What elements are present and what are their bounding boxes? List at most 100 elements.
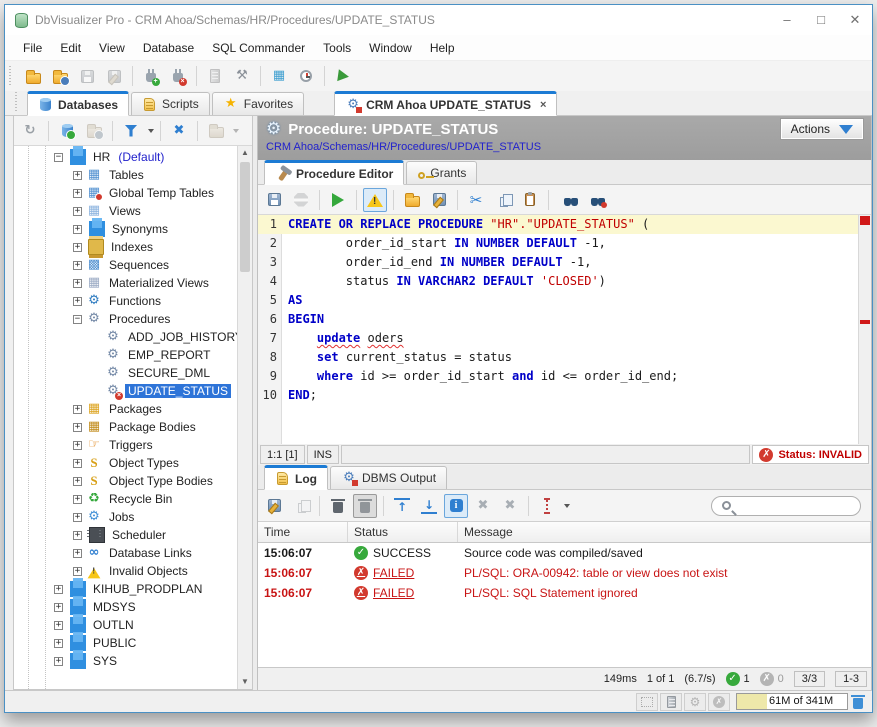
refresh-tree-button[interactable]: ↻ [18,119,42,143]
expand-rows-button[interactable]: ✖ [471,494,495,518]
tree-expander-icon[interactable]: + [54,657,63,666]
tree-item-label[interactable]: Indexes [108,240,156,254]
menu-view[interactable]: View [91,37,133,59]
tree-expander-icon[interactable]: + [73,459,82,468]
tree-item-label[interactable]: HR [90,150,113,164]
tree-item-kihub-prodplan[interactable]: +KIHUB_PRODPLAN [14,580,237,598]
code-line-5[interactable]: 5AS [258,291,858,310]
tree-item-object-type-bodies[interactable]: +SObject Type Bodies [14,472,237,490]
search-input[interactable] [737,500,852,512]
copy-button[interactable] [491,188,515,212]
tree-item-jobs[interactable]: +⚙Jobs [14,508,237,526]
server-info-button[interactable] [203,64,227,88]
col-message[interactable]: Message [458,522,871,542]
filter-dropdown-caret[interactable] [148,129,154,133]
menu-edit[interactable]: Edit [52,37,89,59]
tree-expander-icon[interactable]: + [54,621,63,630]
tab-procedure-editor[interactable]: Procedure Editor [264,160,404,185]
col-time[interactable]: Time [258,522,348,542]
tree-item-label[interactable]: Sequences [106,258,172,272]
tree-item-sequences[interactable]: +▩Sequences [14,256,237,274]
tree-item-label[interactable]: Procedures [106,312,173,326]
code-line-10[interactable]: 10END; [258,386,858,405]
connect-button[interactable] [139,64,163,88]
tree-expander-icon[interactable]: − [73,315,82,324]
tree-item-materialized-views[interactable]: +▦Materialized Views [14,274,237,292]
edit-log-button[interactable] [262,494,286,518]
menu-file[interactable]: File [15,37,50,59]
tree-expander-icon[interactable]: + [73,477,82,486]
save-as-button[interactable] [102,64,126,88]
tree-item-outln[interactable]: +OUTLN [14,616,237,634]
tab-dbms-output[interactable]: ⚙ DBMS Output [330,466,447,489]
locate-object-button[interactable] [204,119,228,143]
menu-window[interactable]: Window [361,37,420,59]
tree-item-label[interactable]: Invalid Objects [106,564,191,578]
tree-expander-icon[interactable]: − [54,153,63,162]
tree-expander-icon[interactable]: + [73,243,82,252]
code-line-9[interactable]: 9 where id >= order_id_start and id <= o… [258,367,858,386]
tree-item-triggers[interactable]: +☞Triggers [14,436,237,454]
tab-close-icon[interactable]: × [540,99,546,111]
create-folder-button[interactable] [82,119,106,143]
create-connection-button[interactable] [55,119,79,143]
error-marker-icon[interactable] [860,320,870,324]
tree-item-recycle-bin[interactable]: +♻Recycle Bin [14,490,237,508]
tree-item-secure-dml[interactable]: ⚙SECURE_DML [14,364,237,382]
tree-item-scheduler[interactable]: +Scheduler [14,526,237,544]
tree-item-label[interactable]: Scheduler [109,528,169,542]
scrollbar-thumb[interactable] [240,162,250,272]
tree-item-label[interactable]: ADD_JOB_HISTORY [125,330,237,344]
tree-expander-icon[interactable]: + [73,567,82,576]
tree-expander-icon[interactable]: + [54,639,63,648]
code-line-8[interactable]: 8 set current_status = status [258,348,858,367]
tree-item-label[interactable]: Recycle Bin [106,492,175,506]
log-row[interactable]: 15:06:07✗FAILEDPL/SQL: ORA-00942: table … [258,563,871,583]
tree-expander-icon[interactable]: + [73,513,82,522]
tree-item-package-bodies[interactable]: +▦Package Bodies [14,418,237,436]
tree-expander-icon[interactable]: + [73,405,82,414]
tab-document-update-status[interactable]: ⚙ CRM Ahoa UPDATE_STATUS × [334,91,557,116]
tree-item-label[interactable]: Jobs [106,510,137,524]
collapse-rows-button[interactable]: ✖ [498,494,522,518]
menu-database[interactable]: Database [135,37,202,59]
clear-all-button[interactable] [353,494,377,518]
tree-item-public[interactable]: +PUBLIC [14,634,237,652]
tree-item-label[interactable]: EMP_REPORT [125,348,213,362]
filter-tree-button[interactable] [119,119,143,143]
settings-button[interactable]: ⚙ [684,693,706,711]
code-line-1[interactable]: 1CREATE OR REPLACE PROCEDURE "HR"."UPDAT… [258,215,858,234]
tree-item-tables[interactable]: +▦Tables [14,166,237,184]
scroll-up-icon[interactable]: ▲ [241,146,249,160]
connections-button[interactable] [660,693,682,711]
code-line-2[interactable]: 2 order_id_start IN NUMBER DEFAULT -1, [258,234,858,253]
tree-expander-icon[interactable]: + [73,549,82,558]
tool-properties-button[interactable]: ⚒ [230,64,254,88]
row-limit-button[interactable] [535,494,559,518]
paste-button[interactable] [518,188,542,212]
tree-expander-icon[interactable]: + [73,207,82,216]
menu-help[interactable]: Help [422,37,463,59]
tab-grants[interactable]: Grants [406,161,477,184]
tab-scripts[interactable]: Scripts [131,92,210,115]
tree-item-sys[interactable]: +SYS [14,652,237,670]
close-button[interactable]: ✕ [838,5,872,35]
tree-item-label[interactable]: Global Temp Tables [106,186,217,200]
minimize-button[interactable]: – [770,5,804,35]
tree-item-procedures[interactable]: −⚙Procedures [14,310,237,328]
actions-button[interactable]: Actions [781,119,863,139]
error-marker-icon[interactable] [860,216,870,225]
clear-log-button[interactable] [326,494,350,518]
open-file-button[interactable] [21,64,45,88]
log-row[interactable]: 15:06:07✓SUCCESSSource code was compiled… [258,543,871,563]
tree-item-object-types[interactable]: +SObject Types [14,454,237,472]
col-status[interactable]: Status [348,522,458,542]
menu-sql-commander[interactable]: SQL Commander [204,37,313,59]
maximize-button[interactable]: □ [804,5,838,35]
save-button[interactable] [75,64,99,88]
row-limit-caret[interactable] [564,504,570,508]
stop-button[interactable] [289,188,313,212]
tree-item-label[interactable]: KIHUB_PRODPLAN [90,582,205,596]
tree-item-functions[interactable]: +⚙Functions [14,292,237,310]
tree-item-invalid-objects[interactable]: + Invalid Objects [14,562,237,580]
